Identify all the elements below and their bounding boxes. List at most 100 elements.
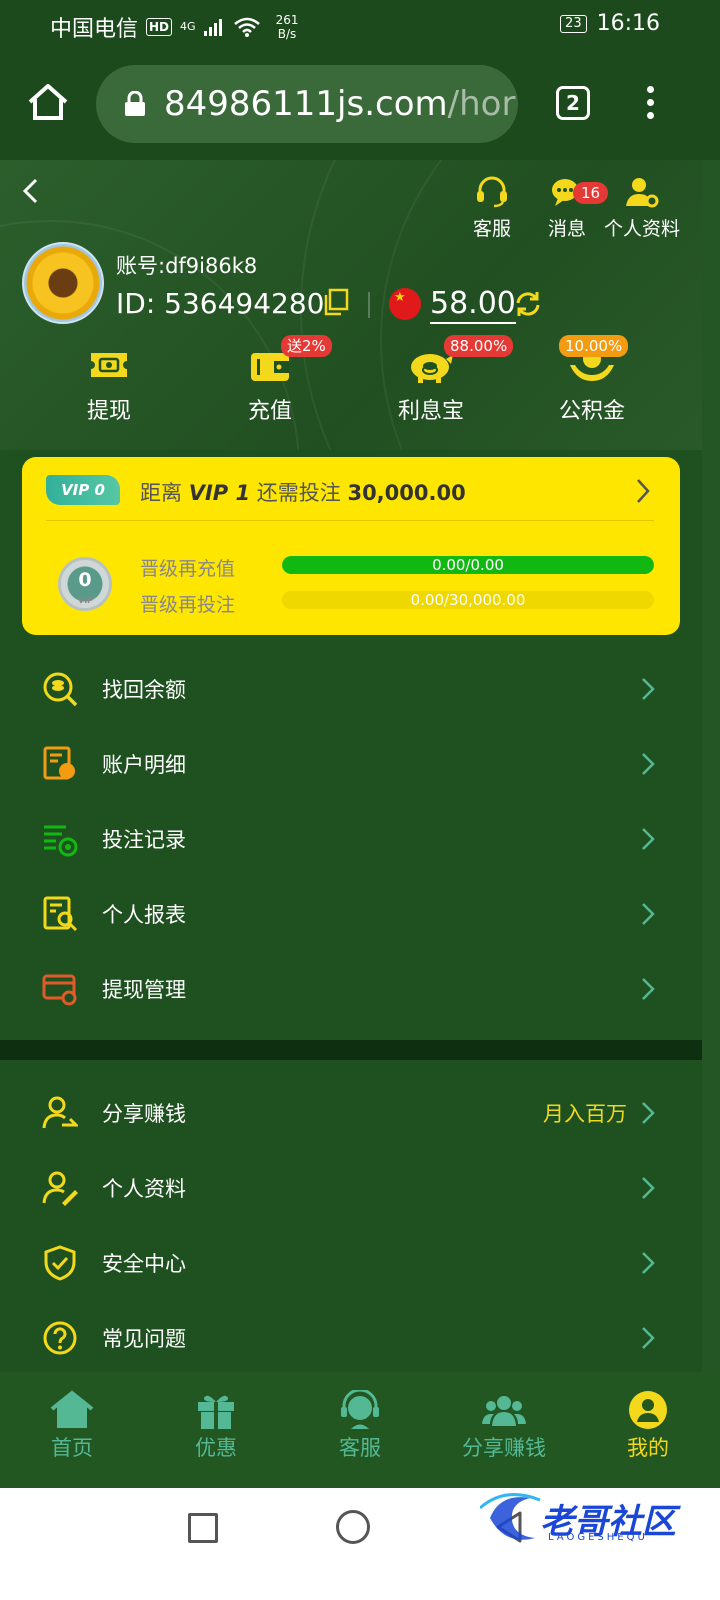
vip-medal-level: 0: [78, 569, 92, 591]
section-divider: [0, 1040, 702, 1060]
account-detail-icon: [43, 746, 75, 779]
nav-promotions[interactable]: 优惠: [144, 1372, 288, 1488]
menu-group-funds: 找回余额 账户明细 投注记录 个人报表 提现管理: [0, 651, 702, 1026]
coins-search-icon: [43, 672, 78, 706]
home-button[interactable]: [336, 1510, 370, 1544]
share-promo-text: 月入百万: [543, 1101, 627, 1126]
scroll-track: [702, 160, 720, 1388]
refresh-icon[interactable]: [514, 290, 542, 318]
battery-indicator: 23: [560, 14, 587, 33]
menu-item-personal-report[interactable]: 个人报表: [0, 876, 702, 951]
url-host: 84986111js.com: [164, 84, 448, 124]
profile-header: 客服 消息 16 个人资料 账号:df9i86k8 ID: 536494280 …: [0, 160, 720, 450]
copy-icon[interactable]: [322, 288, 350, 316]
vip-progress-card[interactable]: VIP 0 距离 VIP 1 还需投注 30,000.00 0 VIP 晋级再充…: [22, 457, 680, 635]
customer-service-label: 客服: [472, 218, 511, 240]
menu-label: 提现管理: [102, 977, 186, 1002]
messages-button[interactable]: 消息 16: [527, 176, 609, 241]
nav-label: 分享赚钱: [462, 1436, 546, 1460]
menu-item-account-details[interactable]: 账户明细: [0, 726, 702, 801]
recharge-button[interactable]: 充值 送2%: [205, 335, 335, 425]
clock: 16:16: [596, 11, 660, 36]
menu-group-account: 分享赚钱 月入百万 个人资料 安全中心 常见问题: [0, 1075, 702, 1375]
recents-button[interactable]: [188, 1513, 218, 1543]
interest-label: 利息宝: [397, 399, 464, 424]
recharge-label: 充值: [247, 399, 292, 424]
interest-rate-badge: 88.00%: [444, 335, 514, 357]
vip-middle: 还需投注: [256, 481, 341, 505]
recharge-progress-value: 0.00/0.00: [432, 556, 504, 574]
system-navigation-bar: 老哥社区 LAOGESHEQU: [0, 1488, 720, 1600]
menu-item-share-earn[interactable]: 分享赚钱 月入百万: [0, 1075, 702, 1150]
status-bar: 中国电信 HD 4G 261 B/s 23 16:16: [0, 0, 720, 50]
menu-label: 个人报表: [102, 902, 186, 927]
chevron-right-icon: [642, 677, 655, 700]
menu-label: 找回余额: [102, 677, 186, 702]
menu-item-withdraw-management[interactable]: 提现管理: [0, 951, 702, 1026]
vip-medal-icon: 0 VIP: [58, 557, 112, 611]
chevron-right-icon: [642, 752, 655, 775]
menu-item-security-center[interactable]: 安全中心: [0, 1225, 702, 1300]
interest-button[interactable]: 利息宝 88.00%: [366, 335, 514, 425]
vip-medal-text: VIP: [78, 596, 94, 605]
recharge-bonus-badge: 送2%: [281, 335, 332, 357]
avatar[interactable]: [22, 242, 104, 324]
profile-button[interactable]: 个人资料: [602, 176, 682, 241]
more-menu-icon[interactable]: [644, 86, 656, 122]
user-id: ID: 536494280: [116, 287, 325, 320]
menu-label: 安全中心: [102, 1251, 186, 1276]
menu-label: 个人资料: [102, 1176, 186, 1201]
user-edit-icon: [42, 1171, 78, 1206]
back-arrow-icon[interactable]: [18, 176, 44, 206]
bet-progress-bar: 0.00/30,000.00: [282, 591, 654, 609]
messages-label: 消息: [547, 218, 586, 240]
nav-share-earn[interactable]: 分享赚钱: [432, 1372, 576, 1488]
chevron-right-icon: [642, 1101, 655, 1124]
nav-mine[interactable]: 我的: [576, 1372, 720, 1488]
chevron-right-icon: [642, 1176, 655, 1199]
vip-amount: 30,000.00: [347, 481, 466, 505]
withdraw-label: 提现: [86, 399, 131, 424]
net-speed: 261 B/s: [276, 13, 299, 41]
vip-prefix: 距离: [140, 481, 182, 505]
support-agent-icon: [341, 1390, 379, 1429]
profile-icon: [629, 1391, 667, 1429]
nav-label: 我的: [627, 1436, 669, 1460]
question-icon: [43, 1321, 77, 1354]
bottom-navigation: 首页 优惠 客服 分享赚钱 我的: [0, 1372, 720, 1488]
menu-item-profile[interactable]: 个人资料: [0, 1150, 702, 1225]
divider: [46, 520, 654, 521]
customer-service-button[interactable]: 客服: [452, 176, 532, 241]
withdraw-button[interactable]: 提现: [44, 345, 174, 425]
nav-label: 首页: [51, 1436, 93, 1460]
menu-item-bet-records[interactable]: 投注记录: [0, 801, 702, 876]
nav-label: 客服: [339, 1436, 381, 1460]
menu-label: 账户明细: [102, 752, 186, 777]
net-speed-unit: B/s: [277, 27, 297, 41]
net-speed-value: 261: [275, 13, 299, 27]
home-icon[interactable]: [26, 82, 70, 122]
menu-label: 分享赚钱: [102, 1101, 186, 1126]
bet-progress-label: 晋级再投注: [140, 594, 236, 616]
provident-fund-label: 公积金: [558, 399, 625, 424]
signal-icon: [203, 19, 222, 36]
browser-toolbar: 84986111js.com/hor 2: [0, 50, 720, 160]
url-text: 84986111js.com/hor: [164, 84, 515, 124]
address-bar[interactable]: 84986111js.com/hor: [96, 65, 518, 143]
shield-check-icon: [44, 1244, 76, 1281]
tab-switcher-button[interactable]: 2: [556, 86, 590, 120]
vip-next-level: VIP 1: [188, 481, 251, 505]
nav-support[interactable]: 客服: [288, 1372, 432, 1488]
chevron-right-icon: [642, 977, 655, 1000]
divider: [368, 292, 370, 318]
chevron-right-icon: [642, 1326, 655, 1349]
chevron-right-icon[interactable]: [634, 477, 652, 505]
lock-icon: [125, 91, 145, 116]
provident-rate-badge: 10.00%: [559, 335, 629, 357]
nav-home[interactable]: 首页: [0, 1372, 144, 1488]
provident-fund-button[interactable]: 公积金 10.00%: [527, 335, 657, 425]
menu-item-recover-balance[interactable]: 找回余额: [0, 651, 702, 726]
headset-icon: [477, 176, 507, 208]
gift-icon: [198, 1395, 234, 1429]
menu-item-faq[interactable]: 常见问题: [0, 1300, 702, 1375]
